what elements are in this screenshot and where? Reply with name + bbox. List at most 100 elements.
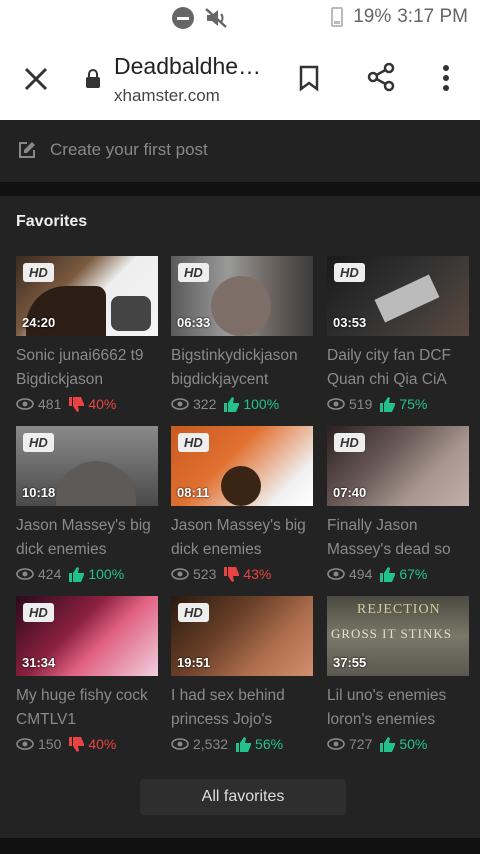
view-count: 2,532 (193, 736, 229, 752)
view-count: 519 (349, 396, 373, 412)
create-post-bar[interactable]: Create your first post (0, 120, 480, 182)
video-card[interactable]: HD 07:40 Finally Jason Massey's dead so … (327, 426, 469, 586)
rating: 50% (399, 736, 428, 752)
video-title[interactable]: Bigstinkydickjason bigdickjaycent (171, 344, 321, 392)
video-duration: 24:20 (22, 315, 56, 330)
thumbs-down-icon (69, 396, 85, 412)
thumbs-up-icon (224, 396, 240, 412)
video-title[interactable]: My huge fishy cock CMTLV1 (16, 684, 166, 732)
rating: 43% (243, 566, 272, 582)
rating: 100% (88, 566, 125, 582)
video-stats: 424 100% (16, 566, 124, 582)
view-count: 150 (38, 736, 62, 752)
all-favorites-button[interactable]: All favorites (140, 779, 346, 815)
rating: 67% (399, 566, 428, 582)
thumbnail-overlay-text: GROSS IT STINKS (331, 626, 452, 641)
video-thumbnail[interactable]: HD 24:20 (16, 256, 158, 336)
video-thumbnail[interactable]: REJECTION GROSS IT STINKS 37:55 (327, 596, 469, 676)
eye-icon (327, 398, 345, 410)
video-card[interactable]: HD 08:11 Jason Massey's big dick enemies… (171, 426, 313, 586)
thumbnail-overlay-text: REJECTION (357, 602, 441, 617)
thumbs-up-icon (380, 566, 396, 582)
video-card[interactable]: HD 19:51 I had sex behind princess Jojo'… (171, 596, 313, 756)
rating: 56% (255, 736, 284, 752)
video-stats: 481 40% (16, 396, 116, 412)
hd-badge: HD (23, 603, 54, 622)
view-count: 727 (349, 736, 373, 752)
video-thumbnail[interactable]: HD 19:51 (171, 596, 313, 676)
video-card[interactable]: HD 24:20 Sonic junai6662 t9 Bigdickjason… (16, 256, 158, 416)
video-card[interactable]: HD 31:34 My huge fishy cock CMTLV1 150 4… (16, 596, 158, 756)
video-title[interactable]: Jason Massey's big dick enemies (171, 514, 321, 562)
eye-icon (327, 738, 345, 750)
video-stats: 2,532 56% (171, 736, 283, 752)
view-count: 322 (193, 396, 217, 412)
video-stats: 494 67% (327, 566, 427, 582)
rating: 40% (88, 736, 117, 752)
video-duration: 03:53 (333, 315, 367, 330)
browser-toolbar: Deadbaldhe… xhamster.com (0, 38, 480, 120)
video-duration: 37:55 (333, 655, 367, 670)
page-title[interactable]: Deadbaldhe… (114, 53, 261, 80)
video-title[interactable]: Jason Massey's big dick enemies (16, 514, 166, 562)
video-duration: 19:51 (177, 655, 211, 670)
page-url[interactable]: xhamster.com (114, 86, 220, 106)
battery-level: 19% (353, 6, 392, 27)
close-icon[interactable] (22, 65, 50, 93)
clock: 3:17 PM (397, 6, 468, 27)
video-card[interactable]: REJECTION GROSS IT STINKS 37:55 Lil uno'… (327, 596, 469, 756)
rating: 100% (243, 396, 280, 412)
video-thumbnail[interactable]: HD 31:34 (16, 596, 158, 676)
video-title[interactable]: I had sex behind princess Jojo's (171, 684, 321, 732)
video-duration: 31:34 (22, 655, 56, 670)
video-thumbnail[interactable]: HD 07:40 (327, 426, 469, 506)
video-duration: 10:18 (22, 485, 56, 500)
video-thumbnail[interactable]: HD 03:53 (327, 256, 469, 336)
hd-badge: HD (178, 603, 209, 622)
video-thumbnail[interactable]: HD 10:18 (16, 426, 158, 506)
eye-icon (16, 398, 34, 410)
eye-icon (171, 398, 189, 410)
thumbs-up-icon (69, 566, 85, 582)
video-stats: 523 43% (171, 566, 271, 582)
hd-badge: HD (334, 433, 365, 452)
eye-icon (327, 568, 345, 580)
thumbs-down-icon (224, 566, 240, 582)
hd-badge: HD (178, 433, 209, 452)
divider (0, 838, 480, 854)
thumbs-down-icon (69, 736, 85, 752)
hd-badge: HD (334, 263, 365, 282)
hd-badge: HD (23, 433, 54, 452)
video-title[interactable]: Daily city fan DCF Quan chi Qia CiA (327, 344, 477, 392)
video-stats: 519 75% (327, 396, 427, 412)
thumbs-up-icon (236, 736, 252, 752)
video-duration: 07:40 (333, 485, 367, 500)
view-count: 481 (38, 396, 62, 412)
hd-badge: HD (178, 263, 209, 282)
video-thumbnail[interactable]: HD 08:11 (171, 426, 313, 506)
thumbs-up-icon (380, 396, 396, 412)
video-card[interactable]: HD 03:53 Daily city fan DCF Quan chi Qia… (327, 256, 469, 416)
favorites-section: Favorites HD 24:20 Sonic junai6662 t9 Bi… (0, 196, 480, 838)
favorites-heading: Favorites (16, 213, 88, 230)
view-count: 494 (349, 566, 373, 582)
bookmark-icon[interactable] (296, 64, 322, 92)
eye-icon (171, 738, 189, 750)
lock-icon (86, 69, 100, 88)
edit-icon (19, 142, 35, 158)
share-icon[interactable] (366, 62, 396, 92)
more-options-icon[interactable] (436, 64, 456, 92)
hd-badge: HD (23, 263, 54, 282)
video-thumbnail[interactable]: HD 06:33 (171, 256, 313, 336)
do-not-disturb-icon (172, 7, 194, 29)
video-stats: 727 50% (327, 736, 427, 752)
video-card[interactable]: HD 06:33 Bigstinkydickjason bigdickjayce… (171, 256, 313, 416)
divider (0, 182, 480, 196)
video-card[interactable]: HD 10:18 Jason Massey's big dick enemies… (16, 426, 158, 586)
mute-icon (205, 8, 227, 28)
create-post-placeholder: Create your first post (50, 140, 208, 159)
video-title[interactable]: Sonic junai6662 t9 Bigdickjason (16, 344, 166, 392)
video-title[interactable]: Lil uno's enemies loron's enemies (327, 684, 477, 732)
video-title[interactable]: Finally Jason Massey's dead so (327, 514, 477, 562)
eye-icon (171, 568, 189, 580)
